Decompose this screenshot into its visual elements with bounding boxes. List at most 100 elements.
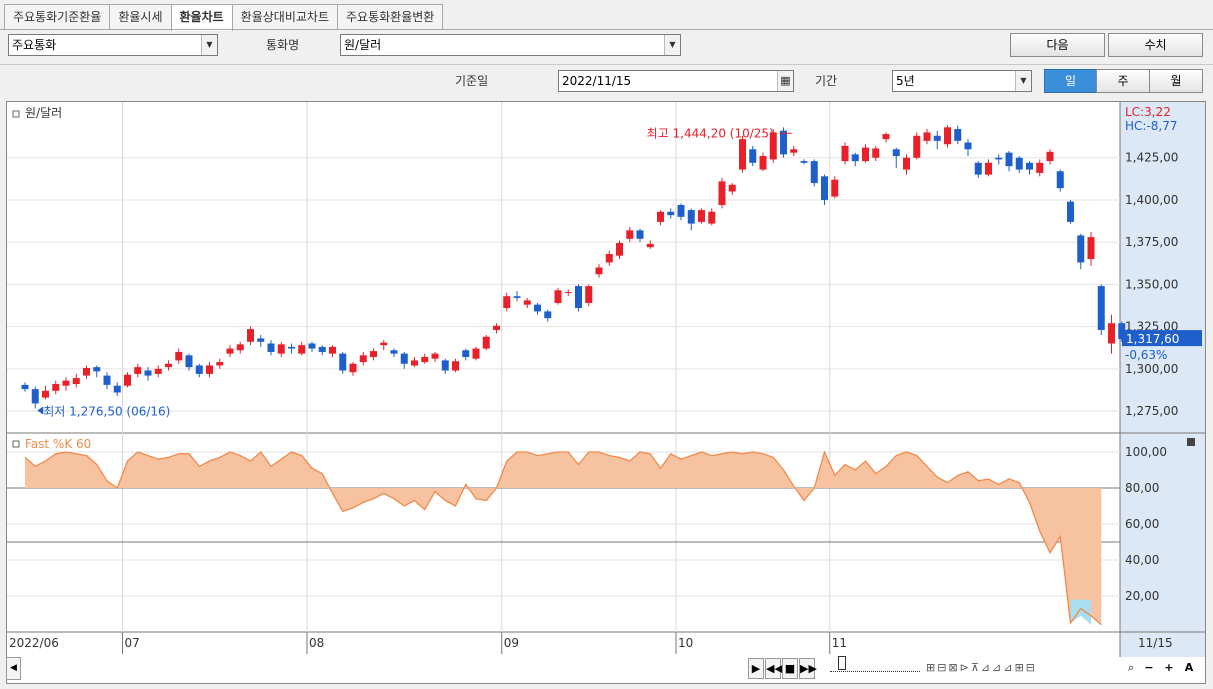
candle-body [944, 127, 951, 145]
candle-body [974, 162, 982, 175]
candle-body [165, 363, 172, 368]
candle-body [72, 378, 80, 385]
plus-icon[interactable]: + [1160, 658, 1178, 679]
candle-body [359, 355, 367, 363]
x-tick-label: 08 [309, 636, 324, 650]
candle-body [841, 145, 849, 162]
candle-body [93, 367, 101, 372]
min-annotation: 최저 1,276,50 (06/16) [43, 405, 170, 419]
change-pct-label: -0,63% [1125, 348, 1167, 362]
base-date-value: 2022/11/15 [562, 74, 632, 88]
candle-body [687, 210, 695, 224]
x-tick-label: 11/15 [1138, 636, 1173, 650]
k-tick-label: 40,00 [1125, 553, 1159, 567]
k-tick-label: 100,00 [1125, 445, 1167, 459]
price-tick-label: 1,375,00 [1125, 235, 1178, 249]
candle-body [400, 353, 408, 364]
tab-relative-comparison-chart[interactable]: 환율상대비교차트 [231, 4, 338, 30]
candle-body [626, 230, 634, 239]
currency-group-select[interactable]: 주요통화 ▼ [8, 34, 218, 56]
candle-body [636, 230, 644, 239]
candle-body [985, 162, 992, 175]
value-button[interactable]: 수치 [1108, 33, 1203, 57]
candle-body [298, 345, 306, 354]
candle-body [370, 351, 377, 358]
x-tick-label: 09 [504, 636, 519, 650]
zoom-out-icon[interactable]: − [1140, 658, 1158, 679]
candle-body [380, 342, 388, 346]
candle-body [698, 210, 705, 222]
chart-svg: 1,425,001,400,001,375,001,350,001,325,00… [7, 102, 1205, 657]
candle-body [780, 130, 787, 155]
candle-body [124, 374, 131, 386]
candle-body [728, 184, 736, 192]
candle-body [810, 161, 818, 184]
candle-body [1108, 323, 1115, 344]
k-tick-label: 20,00 [1125, 589, 1159, 603]
rewind-icon[interactable]: ◀◀ [765, 658, 783, 679]
period-label: 기간 [815, 74, 838, 88]
candle-body [616, 243, 623, 256]
candle-body [933, 135, 941, 141]
interval-monthly-button[interactable]: 월 [1149, 69, 1203, 93]
candle-body [21, 384, 29, 390]
period-select[interactable]: 5년 ▼ [892, 70, 1032, 92]
currency-group-value: 주요통화 [12, 38, 57, 52]
play-icon[interactable]: ▶ [748, 658, 764, 679]
next-button[interactable]: 다음 [1010, 33, 1105, 57]
candle-body [657, 211, 664, 222]
base-date-label: 기준일 [455, 74, 489, 88]
candle-body [595, 267, 603, 275]
interval-weekly-button[interactable]: 주 [1096, 69, 1150, 93]
drawing-tools-icon[interactable]: ⊞⊟⊠⊳⊼⊿⊿⊿⊞⊟ [926, 658, 1126, 679]
price-tick-label: 1,425,00 [1125, 151, 1178, 165]
chevron-down-icon[interactable]: ▼ [201, 35, 217, 55]
candle-body [800, 161, 808, 163]
stop-icon[interactable]: ■ [782, 658, 798, 679]
pane-close-icon [1187, 438, 1195, 446]
candle-body [329, 346, 336, 354]
zoom-in-icon[interactable]: ⌕ [1122, 658, 1140, 679]
candle-body [718, 181, 726, 206]
base-date-input[interactable]: 2022/11/15 ▦ [558, 70, 794, 92]
scroll-left-icon[interactable]: ◀ [6, 657, 21, 680]
candle-body [185, 355, 193, 368]
slider-handle[interactable] [838, 656, 846, 670]
x-tick-label: 07 [125, 636, 140, 650]
chart-panel[interactable]: 1,425,00 1,400,00 1,375,00 1,350,00 1,325,00… [6, 101, 1206, 684]
candle-body [144, 370, 152, 376]
currency-name-value: 원/달러 [344, 38, 382, 52]
currency-name-select[interactable]: 원/달러 ▼ [340, 34, 681, 56]
candle-body [995, 157, 1003, 160]
candle-body [493, 325, 500, 330]
candle-body [964, 142, 972, 150]
candle-body [452, 361, 459, 371]
fx-chart-app: 주요통화기준환율 환율시세 환율차트 환율상대비교차트 주요통화환율변환 주요통… [0, 0, 1213, 689]
candle-body [236, 344, 244, 351]
candle-body [749, 149, 757, 163]
candle-body [134, 367, 142, 374]
last-price-label: 1,317,60 [1126, 332, 1179, 346]
tab-exchange-chart[interactable]: 환율차트 [170, 4, 233, 31]
interval-daily-button[interactable]: 일 [1044, 69, 1097, 93]
calendar-icon[interactable]: ▦ [777, 71, 793, 91]
candle-body [913, 135, 921, 158]
candle-body [113, 385, 121, 393]
tab-currency-converter[interactable]: 주요통화환율변환 [337, 4, 444, 30]
candle-body [882, 134, 890, 140]
zoom-slider[interactable] [830, 656, 920, 672]
fast-forward-icon[interactable]: ▶▶ [799, 658, 817, 679]
candle-body [31, 389, 39, 404]
chevron-down-icon[interactable]: ▼ [664, 35, 680, 55]
chevron-down-icon[interactable]: ▼ [1015, 71, 1031, 91]
candle-body [1026, 162, 1033, 170]
pane-icon [12, 440, 20, 448]
toolbar-divider [0, 64, 1213, 65]
x-tick-label: 2022/06 [9, 636, 59, 650]
tab-exchange-quotes[interactable]: 환율시세 [109, 4, 172, 30]
candle-body [175, 351, 183, 361]
candle-body [42, 390, 49, 398]
text-icon[interactable]: A [1180, 658, 1198, 679]
tab-major-currency-base-rate[interactable]: 주요통화기준환율 [4, 4, 111, 30]
candle-body [216, 362, 224, 366]
